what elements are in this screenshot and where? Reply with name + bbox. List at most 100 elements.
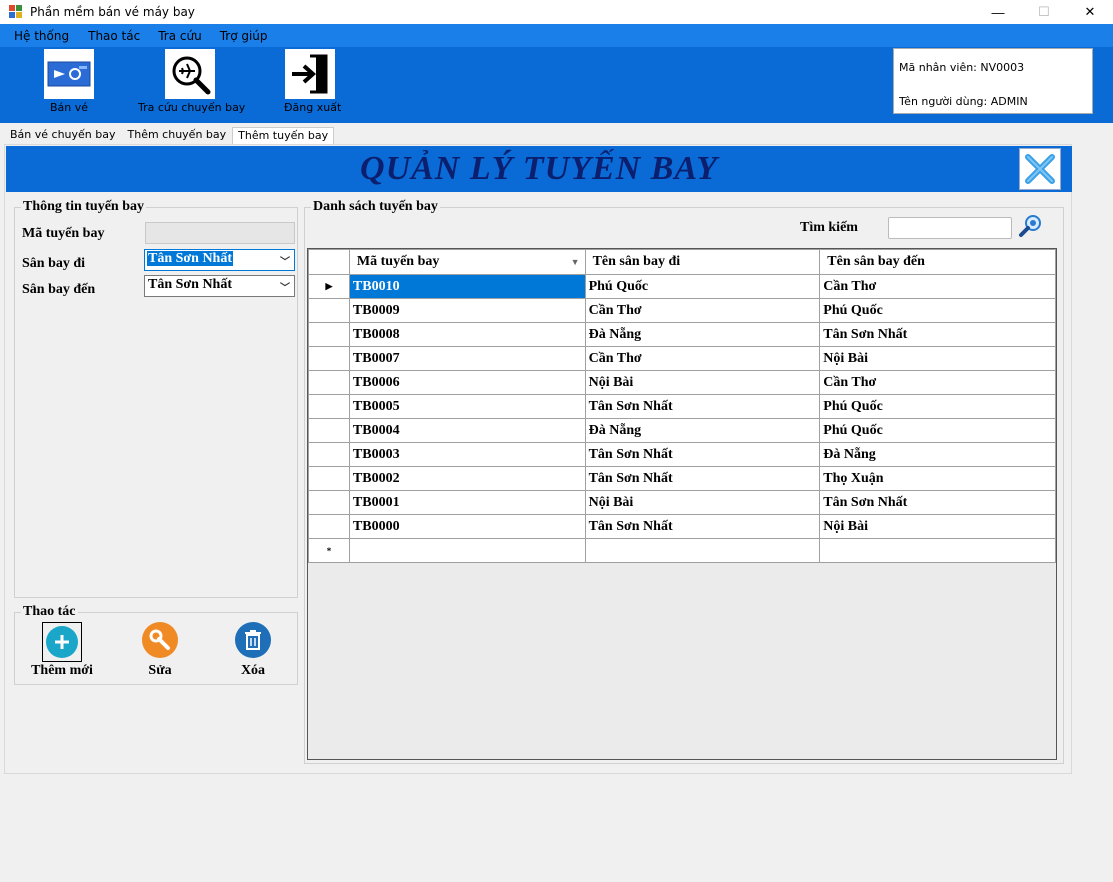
search-input[interactable] (888, 217, 1012, 239)
table-row[interactable]: TB0006 Nội Bài Cần Thơ (308, 370, 1056, 395)
close-button[interactable]: ✕ (1067, 0, 1113, 24)
chevron-down-icon: ﹀ (280, 283, 290, 294)
route-id-field[interactable] (145, 222, 295, 244)
cell-from[interactable]: Tân Sơn Nhất (584, 442, 821, 467)
cell-route-id[interactable]: TB0005 (348, 394, 586, 419)
cell-to[interactable]: Tân Sơn Nhất (819, 490, 1056, 515)
logout-button[interactable]: Đăng xuất (284, 49, 341, 114)
cell-from[interactable]: Đà Nẵng (584, 418, 821, 443)
wrench-icon (142, 622, 178, 658)
cell-from[interactable]: Cần Thơ (584, 298, 821, 323)
column-header-route-id[interactable]: Mã tuyến bay ▼ (348, 249, 586, 275)
employee-id-text: Mã nhân viên: NV0003 (899, 61, 1025, 74)
cell-from[interactable]: Phú Quốc (584, 274, 821, 299)
menu-tra-cuu[interactable]: Tra cứu (158, 29, 207, 43)
cell-route-id[interactable]: TB0009 (348, 298, 586, 323)
minimize-button[interactable]: — (975, 0, 1021, 24)
table-row[interactable]: ▶ TB0010 Phú Quốc Cần Thơ (308, 274, 1056, 299)
table-row[interactable]: TB0009 Cần Thơ Phú Quốc (308, 298, 1056, 323)
cell-to[interactable]: Nội Bài (819, 514, 1056, 539)
tab-ban-ve-chuyen-bay[interactable]: Bán vé chuyến bay (4, 125, 122, 144)
toolbar: Bán vé Tra cứu chuyến bay Đăng xuất Mã n… (0, 47, 1113, 123)
cell-to[interactable]: Đà Nẵng (819, 442, 1056, 467)
cell-route-id[interactable]: TB0010 (348, 274, 586, 299)
row-header-corner (308, 249, 350, 275)
cell-route-id[interactable]: TB0008 (348, 322, 586, 347)
row-header[interactable] (308, 490, 350, 515)
cell-route-id[interactable] (348, 538, 586, 563)
row-header[interactable] (308, 514, 350, 539)
menu-tro-giup[interactable]: Trợ giúp (220, 29, 274, 43)
table-row[interactable]: TB0007 Cần Thơ Nội Bài (308, 346, 1056, 371)
column-header-to[interactable]: Tên sân bay đến (819, 249, 1056, 275)
to-airport-label: Sân bay đến (22, 282, 96, 297)
table-row[interactable]: TB0003 Tân Sơn Nhất Đà Nẵng (308, 442, 1056, 467)
close-form-button[interactable] (1019, 148, 1061, 190)
cell-from[interactable]: Nội Bài (584, 490, 821, 515)
page-title: QUẢN LÝ TUYẾN BAY (360, 150, 718, 187)
row-header[interactable] (308, 298, 350, 323)
cell-route-id[interactable]: TB0003 (348, 442, 586, 467)
cell-route-id[interactable]: TB0007 (348, 346, 586, 371)
cell-from[interactable]: Cần Thơ (584, 346, 821, 371)
column-header-from[interactable]: Tên sân bay đi (584, 249, 821, 275)
logout-icon (285, 49, 335, 99)
route-data-grid[interactable]: Mã tuyến bay ▼ Tên sân bay đi Tên sân bay… (307, 248, 1057, 760)
tab-them-chuyen-bay[interactable]: Thêm chuyến bay (122, 125, 233, 144)
table-row[interactable]: TB0005 Tân Sơn Nhất Phú Quốc (308, 394, 1056, 419)
cell-route-id[interactable]: TB0006 (348, 370, 586, 395)
edit-button[interactable]: Sửa (135, 622, 185, 679)
row-header[interactable] (308, 466, 350, 491)
row-header[interactable] (308, 322, 350, 347)
cell-from[interactable]: Nội Bài (584, 370, 821, 395)
tab-them-tuyen-bay[interactable]: Thêm tuyến bay (232, 127, 335, 144)
route-id-label: Mã tuyến bay (22, 226, 105, 241)
delete-button[interactable]: Xóa (230, 622, 276, 679)
cell-route-id[interactable]: TB0004 (348, 418, 586, 443)
new-row[interactable]: * (308, 538, 1056, 563)
cell-route-id[interactable]: TB0002 (348, 466, 586, 491)
tab-strip: Bán vé chuyến bay Thêm chuyến bay Thêm t… (4, 124, 335, 144)
cell-from[interactable]: Tân Sơn Nhất (584, 466, 821, 491)
from-airport-select[interactable]: Tân Sơn Nhất ﹀ (144, 249, 295, 271)
cell-route-id[interactable]: TB0000 (348, 514, 586, 539)
row-header[interactable] (308, 346, 350, 371)
add-label: Thêm mới (31, 663, 93, 678)
row-header[interactable] (308, 418, 350, 443)
maximize-button[interactable]: ☐ (1021, 0, 1067, 24)
cell-route-id[interactable]: TB0001 (348, 490, 586, 515)
search-icon[interactable] (1018, 212, 1044, 238)
row-header[interactable] (308, 394, 350, 419)
cell-to[interactable]: Thọ Xuận (819, 466, 1056, 491)
table-row[interactable]: TB0001 Nội Bài Tân Sơn Nhất (308, 490, 1056, 515)
cell-to[interactable]: Phú Quốc (819, 298, 1056, 323)
table-row[interactable]: TB0008 Đà Nẵng Tân Sơn Nhất (308, 322, 1056, 347)
search-flight-button[interactable]: Tra cứu chuyến bay (138, 49, 245, 114)
cell-from[interactable] (584, 538, 821, 563)
cell-to[interactable]: Phú Quốc (819, 418, 1056, 443)
sell-ticket-button[interactable]: Bán vé (44, 49, 94, 114)
menu-bar: Hệ thống Thao tác Tra cứu Trợ giúp (0, 24, 1113, 47)
menu-he-thong[interactable]: Hệ thống (14, 29, 75, 43)
table-row[interactable]: TB0000 Tân Sơn Nhất Nội Bài (308, 514, 1056, 539)
delete-label: Xóa (240, 663, 266, 678)
table-row[interactable]: TB0002 Tân Sơn Nhất Thọ Xuận (308, 466, 1056, 491)
table-row[interactable]: TB0004 Đà Nẵng Phú Quốc (308, 418, 1056, 443)
cell-to[interactable]: Phú Quốc (819, 394, 1056, 419)
cell-to[interactable]: Tân Sơn Nhất (819, 322, 1056, 347)
cell-from[interactable]: Tân Sơn Nhất (584, 514, 821, 539)
cell-to[interactable] (819, 538, 1056, 563)
menu-thao-tac[interactable]: Thao tác (88, 29, 146, 43)
cell-to[interactable]: Cần Thơ (819, 274, 1056, 299)
cell-from[interactable]: Đà Nẵng (584, 322, 821, 347)
route-info-title: Thông tin tuyến bay (21, 199, 146, 215)
row-header[interactable] (308, 370, 350, 395)
to-airport-select[interactable]: Tân Sơn Nhất ﹀ (144, 275, 295, 297)
cell-to[interactable]: Cần Thơ (819, 370, 1056, 395)
row-header[interactable] (308, 442, 350, 467)
cell-from[interactable]: Tân Sơn Nhất (584, 394, 821, 419)
new-row-indicator: * (308, 538, 350, 563)
from-airport-label: Sân bay đi (22, 256, 86, 271)
add-button[interactable]: Thêm mới (29, 622, 95, 679)
cell-to[interactable]: Nội Bài (819, 346, 1056, 371)
